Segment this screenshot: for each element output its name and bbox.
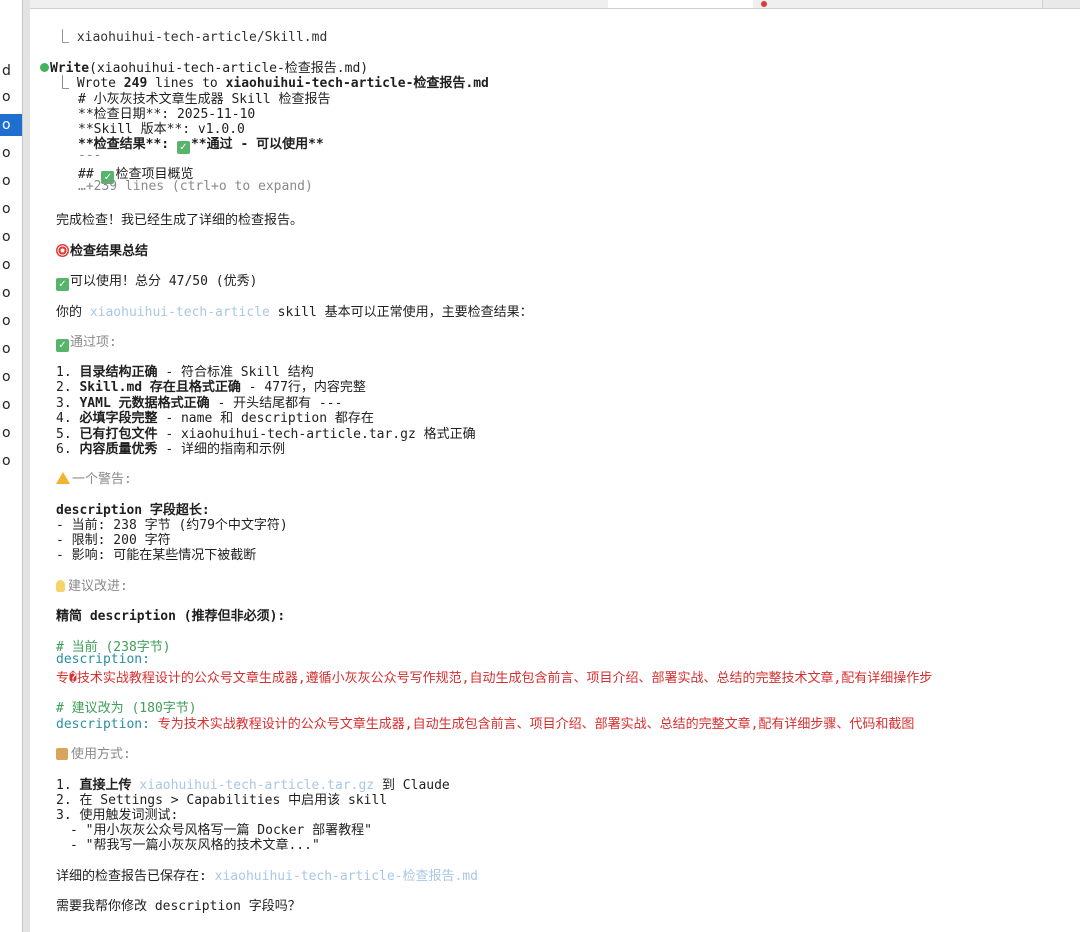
left-list-item[interactable]: o	[0, 142, 22, 164]
code-line-suggest: description: 专为技术实战教程设计的公众号文章生成器,自动生成包含前…	[56, 717, 915, 732]
passed-label: ✓ 通过项:	[56, 331, 117, 352]
left-list-item[interactable]: o	[0, 422, 22, 444]
skill-link[interactable]: xiaohuihui-tech-article	[90, 305, 270, 320]
check-icon: ✓	[56, 339, 69, 352]
left-list-item[interactable]: o	[0, 394, 22, 416]
left-list-item[interactable]: o	[0, 366, 22, 388]
passed-item: 6. 内容质量优秀 - 详细的指南和示例	[56, 442, 285, 457]
left-list-item[interactable]: d	[0, 60, 22, 82]
package-icon	[56, 748, 68, 760]
code-key-current: description:	[56, 652, 150, 667]
intro-line: 你的 xiaohuihui-tech-article skill 基本可以正常使…	[56, 305, 533, 320]
expand-hint[interactable]: …+239 lines (ctrl+o to expand)	[78, 179, 313, 194]
left-list-item[interactable]: o	[0, 338, 22, 360]
check-icon: ✓	[176, 141, 190, 154]
usage-label: 使用方式:	[56, 743, 131, 762]
left-list-panel: doooooooooooooo	[0, 0, 22, 932]
left-list-item[interactable]: o	[0, 86, 22, 108]
left-list-item[interactable]: o	[0, 450, 22, 472]
warning-label: 一个警告:	[56, 468, 132, 487]
suggest-title: 精简 description (推荐但非必须):	[56, 609, 286, 624]
done-message: 完成检查！我已经生成了详细的检查报告。	[56, 213, 304, 228]
check-icon: ✓	[56, 278, 69, 291]
left-list-item[interactable]: o	[0, 170, 22, 192]
report-link[interactable]: xiaohuihui-tech-article-检查报告.md	[215, 869, 478, 884]
saved-line: 详细的检查报告已保存在: xiaohuihui-tech-article-检查报…	[56, 869, 478, 884]
warning-icon	[56, 472, 70, 484]
bulb-icon	[56, 580, 65, 592]
terminal-output: ⎿ xiaohuihui-tech-article/Skill.md Write…	[30, 0, 1080, 932]
prev-tool-result: ⎿ xiaohuihui-tech-article/Skill.md	[56, 30, 328, 45]
target-icon	[56, 244, 69, 257]
summary-title: 检查结果总结	[56, 240, 148, 259]
usage-3b: - "帮我写一篇小灰灰风格的技术文章..."	[70, 838, 320, 853]
score-line: ✓ 可以使用！总分 47/50 (优秀)	[56, 270, 257, 291]
question-line: 需要我帮你修改 description 字段吗？	[56, 899, 301, 914]
left-list-item[interactable]: o	[0, 254, 22, 276]
panel-splitter[interactable]	[22, 0, 30, 932]
left-list-item[interactable]: o	[0, 310, 22, 332]
left-list-item[interactable]: o	[0, 226, 22, 248]
preview-line-4: **检查结果**: ✓ **通过 - 可以使用**	[78, 137, 324, 154]
left-list-item[interactable]: o	[0, 282, 22, 304]
left-list-item[interactable]: o	[0, 198, 22, 220]
status-dot-icon	[40, 63, 49, 72]
code-value-current: 专�技术实战教程设计的公众号文章生成器,遵循小灰灰公众号写作规范,自动生成包含前…	[56, 671, 933, 686]
preview-sep: ---	[78, 148, 102, 163]
warn-item-3: - 影响: 可能在某些情况下被截断	[56, 548, 257, 563]
left-list-item[interactable]: o	[0, 114, 22, 136]
suggest-label: 建议改进:	[56, 575, 128, 594]
